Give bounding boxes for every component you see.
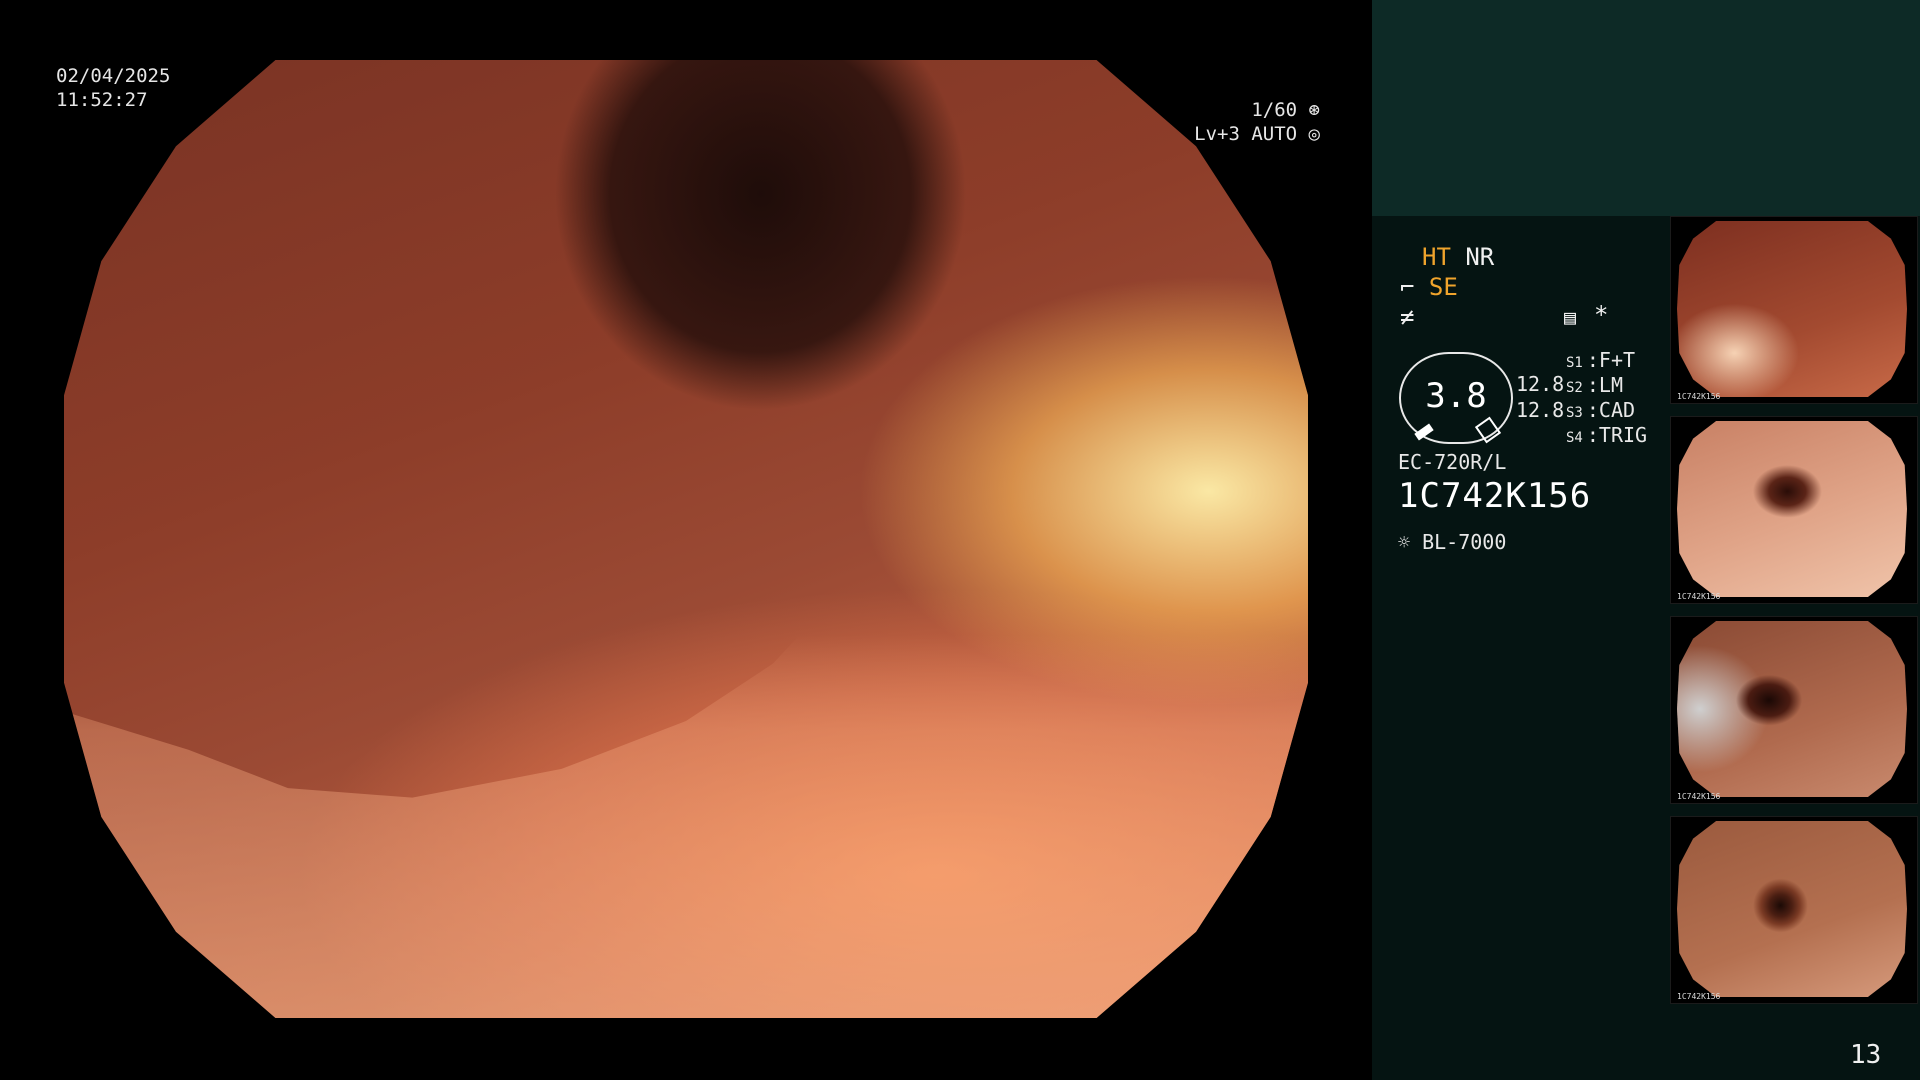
slot-value: CAD [1598,398,1636,422]
thumbnail-1[interactable]: 1C742K156 [1670,216,1918,404]
auto-icon: ◎ [1308,123,1320,145]
shutter-icon: ⊛ [1308,99,1320,121]
light-source: ☼ BL-7000 [1398,530,1506,554]
slot-s2: S2:LM [1566,373,1623,397]
slot-key: S1 [1566,355,1583,371]
panel-header-area [1372,0,1920,216]
slot-key: S4 [1566,430,1583,446]
date-text: 02/04/2025 [56,65,171,87]
thumbnail-label: 1C742K156 [1677,792,1721,801]
thumbnail-image [1677,821,1907,997]
endoscope-main-view: 02/04/2025 11:52:27 1/60 ⊛ Lv+3 AUTO ◎ [0,0,1372,1080]
slot-s3: S3:CAD [1566,398,1636,422]
filter-icon: ≠ [1400,303,1415,331]
insertion-gauge: 3.8 [1399,352,1513,444]
slot-s4: S4:TRIG [1566,423,1648,447]
slot-key: S2 [1566,380,1583,396]
thumbnail-image [1677,221,1907,397]
datetime-overlay: 02/04/2025 11:52:27 [56,64,170,112]
slot-key: S3 [1566,405,1583,421]
scope-serial: 1C742K156 [1398,476,1592,516]
scope-model: EC-720R/L [1398,450,1507,474]
settings-icon: ▤ [1564,305,1577,329]
slot-value: LM [1598,373,1623,397]
slot-value: TRIG [1598,423,1648,447]
structure-icon: ⌐ [1400,273,1415,301]
thumbnail-4[interactable]: 1C742K156 [1670,816,1918,1004]
brightness-text: Lv+3 AUTO [1194,123,1298,145]
thumbnail-label: 1C742K156 [1677,592,1721,601]
thumbnail-label: 1C742K156 [1677,392,1721,401]
nr-label: NR [1465,243,1495,271]
page-number: 13 [1850,1040,1882,1070]
ht-label: HT [1422,243,1451,271]
se-label: SE [1428,273,1458,301]
se-status: ⌐ SE [1400,272,1458,302]
endoscopic-image [64,60,1308,1018]
enhancement-status: HT NR [1422,242,1494,272]
slot-value: F+T [1598,348,1636,372]
thumbnail-3[interactable]: 1C742K156 [1670,616,1918,804]
thumbnail-image [1677,421,1907,597]
gauge-left-marker [1414,423,1434,441]
gauge-number-top: 12.8 [1516,372,1565,396]
light-source-text: BL-7000 [1422,530,1507,554]
slot-s1: S1:F+T [1566,348,1636,372]
gauge-number-bottom: 12.8 [1516,398,1565,422]
asterisk-label: * [1594,301,1609,329]
time-text: 11:52:27 [56,89,148,111]
shutter-text: 1/60 [1251,99,1298,121]
thumbnail-image [1677,621,1907,797]
thumbnail-label: 1C742K156 [1677,992,1721,1001]
info-panel: HT NR ⌐ SE ≠ ▤ * 3.8 12.8 12.8 S1:F+T S2… [1372,0,1920,1080]
gauge-value: 3.8 [1425,376,1487,416]
thumbnail-2[interactable]: 1C742K156 [1670,416,1918,604]
light-source-icon: ☼ [1398,530,1411,554]
exposure-overlay: 1/60 ⊛ Lv+3 AUTO ◎ [1100,98,1320,146]
mucosal-fold [64,222,1308,1018]
